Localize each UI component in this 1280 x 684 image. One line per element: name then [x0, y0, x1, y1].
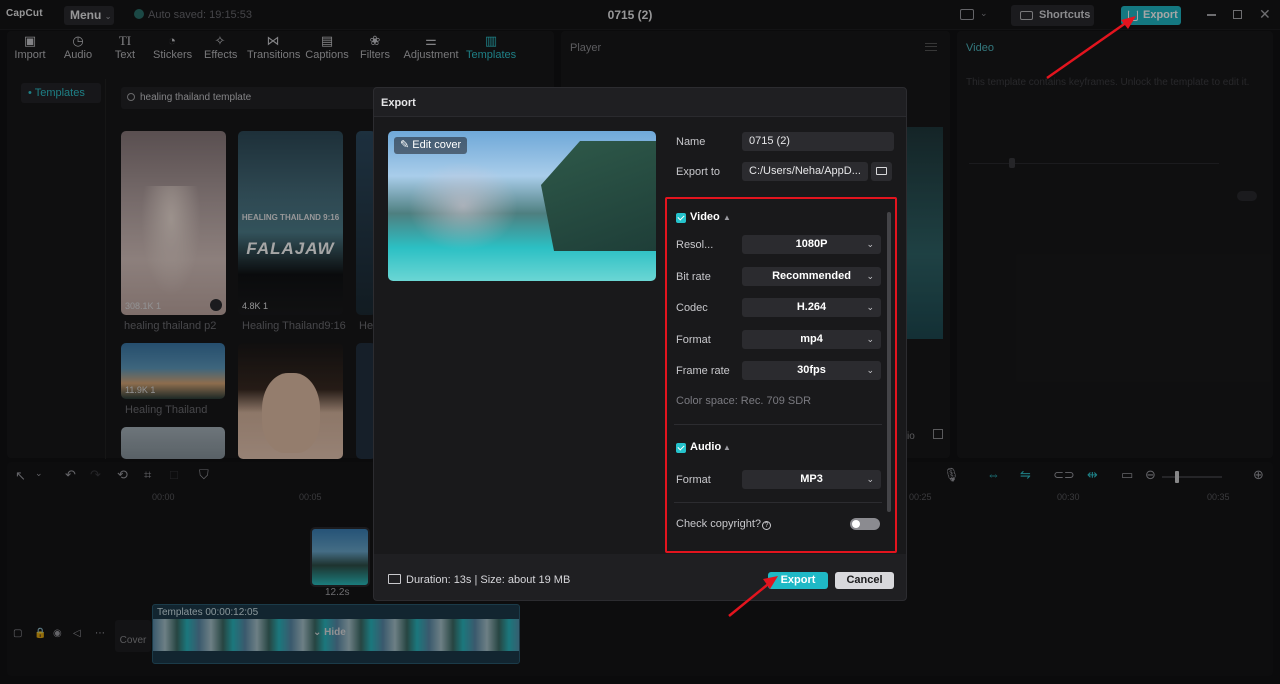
capcut-window: CapCut Menu ⌄ Auto saved: 19:15:53 0715 … [0, 0, 1280, 684]
duration-text: Duration: 13s | Size: about 19 MB [406, 574, 571, 586]
export-to-label: Export to [676, 166, 721, 178]
export-dialog-footer: Duration: 13s | Size: about 19 MB Export… [374, 554, 906, 600]
export-dialog-title: Export [381, 97, 416, 109]
edit-cover-label: Edit cover [412, 139, 462, 151]
film-icon [388, 574, 401, 584]
cancel-button[interactable]: Cancel [835, 572, 894, 589]
duration-info: Duration: 13s | Size: about 19 MB [388, 574, 570, 586]
cover-preview[interactable]: ✎ Edit cover [388, 131, 656, 281]
export-path-field[interactable]: C:/Users/Neha/AppD... [742, 162, 868, 181]
export-dialog: Export ✎ Edit cover Name 0715 (2) Export… [373, 87, 907, 601]
browse-folder-button[interactable] [871, 162, 892, 181]
pencil-icon: ✎ [400, 139, 410, 151]
folder-icon [876, 167, 887, 175]
export-dialog-body: ✎ Edit cover Name 0715 (2) Export to C:/… [374, 116, 906, 554]
name-label: Name [676, 136, 706, 148]
name-field[interactable]: 0715 (2) [742, 132, 894, 151]
highlight-box [665, 197, 897, 553]
cover-haze [408, 161, 518, 251]
edit-cover-button[interactable]: ✎ Edit cover [394, 137, 468, 154]
cover-cliff [541, 141, 656, 251]
export-button[interactable]: Export [768, 572, 828, 589]
